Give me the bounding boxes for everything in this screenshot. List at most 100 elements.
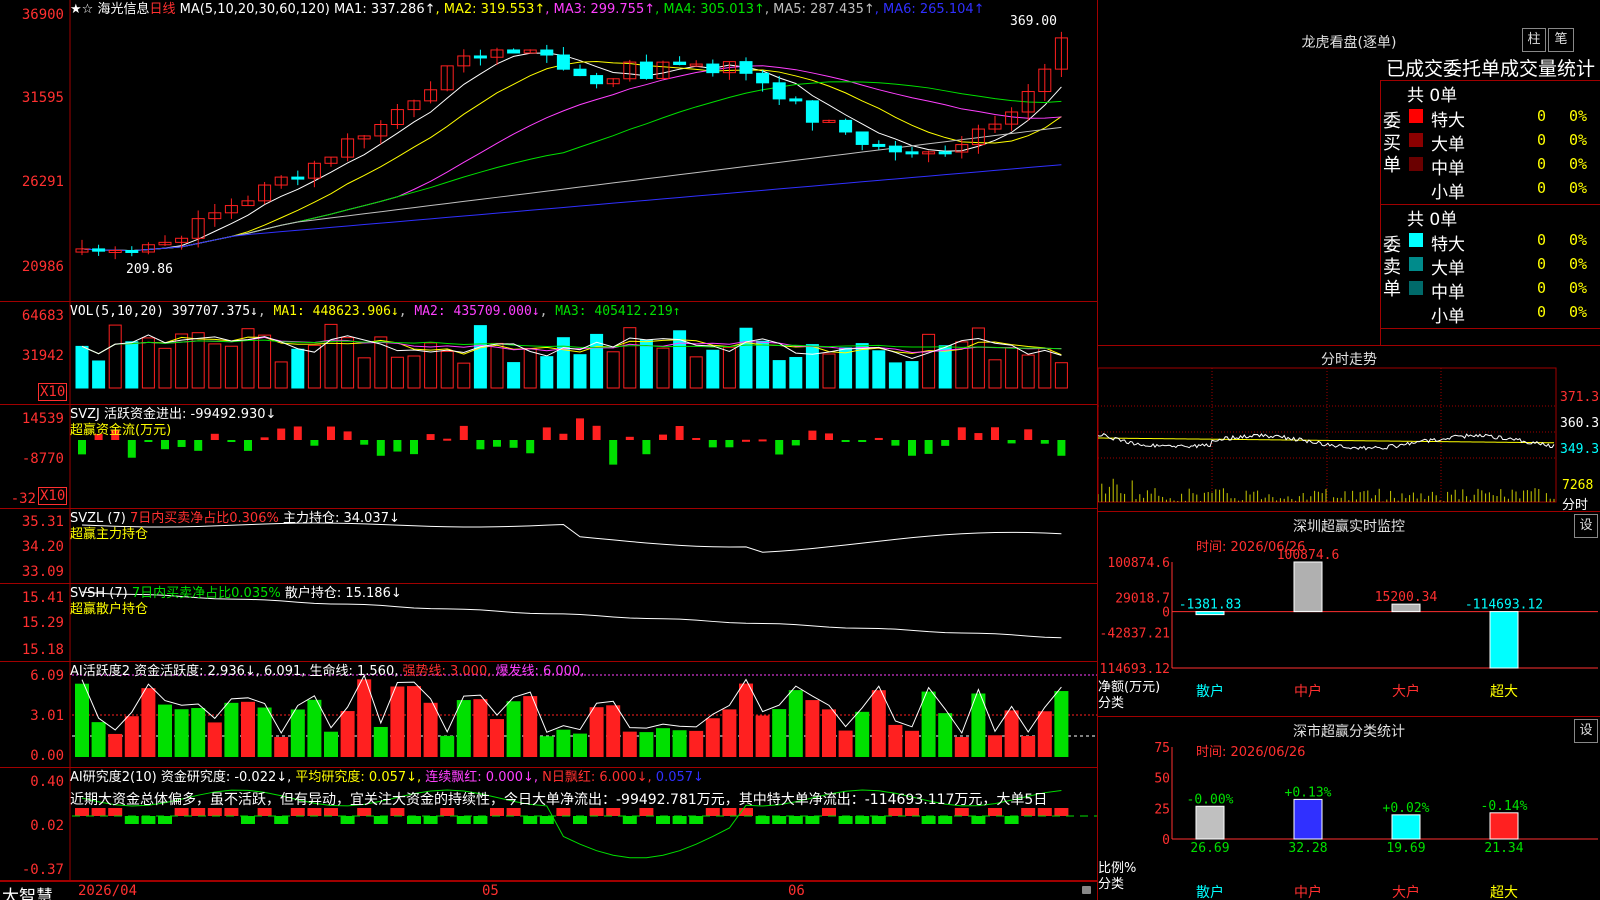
bar-mode-button[interactable]: 柱 [1522,28,1546,52]
date-axis[interactable]: 大智慧 2026/04 05 06 [0,881,1097,900]
candle-body [573,68,587,77]
ai3-bar [788,816,803,824]
sz-monitor-chart[interactable]: 100874.6 29018.70 -42837.21 -114693.12 -1381… [1098,512,1600,717]
volume-bar [822,353,836,389]
sz-monitor-panel[interactable]: 深圳超赢实时监控 设 时间: 2026/06/26 100874.6 29018.… [1098,511,1600,716]
kline-chart[interactable] [0,0,1097,302]
volume-bar [208,343,222,389]
order-type-label: 大单 [1431,135,1465,155]
candle-body [673,61,687,65]
ai3-bar [1021,808,1036,816]
star-icon[interactable]: ★☆ [70,2,93,17]
stock-name[interactable]: 海光信息 [97,2,149,17]
ai2-bar [656,728,670,757]
ai2-bar [921,691,936,757]
ai3-bar [871,816,886,824]
ai2-bar [622,731,637,757]
svzl-pct: 7日内买卖净占比0.306% [129,511,279,526]
ma-formula: MA(5,10,20,30,60,120) [179,2,330,17]
tick-mode-button[interactable]: 笔 [1548,28,1574,52]
ai3-bar [954,808,969,816]
svzj-bar [841,440,850,442]
mon-bar-label: 100874.6 [1277,548,1340,563]
candle-body [938,151,952,155]
volume-bar [108,324,122,389]
sz-monitor-xaxis-title: 分类 [1098,696,1125,711]
candle-body [507,49,521,54]
ai2-bar [373,726,388,757]
volume-bar [772,360,786,389]
svzl-ytick: 35.31 [21,514,64,530]
fenshi-chart[interactable] [1098,346,1600,512]
lock-icon[interactable] [1082,886,1091,894]
sz-class-chart[interactable]: 75 50 25 0 -0.00% 26.69 散户 +0.13% 32.28 中户 +0.02% 1… [1098,717,1600,900]
svzj-bar [609,440,618,465]
sz-class-panel[interactable]: 深市超赢分类统计 设 时间: 2026/06/26 75 50 25 0 -0.00% 2… [1098,716,1600,900]
ai3-bar [722,808,737,816]
candle-body [789,98,803,102]
mon-ytick: 0 [1162,606,1170,621]
svsh-pct: 7日内买卖净占比0.035% [131,586,281,601]
svzj-bar [1057,440,1066,456]
ai-research-pane[interactable]: AI研究度2(10) 资金研究度: -0.022↓, 平均研究度: 0.057↓… [0,768,1097,881]
svzj-bar [974,433,983,440]
svzj-bar [293,426,302,440]
svzj-bar [592,425,601,440]
vol-ytick: 64683 [21,308,64,324]
order-color-swatch [1409,109,1423,123]
ai3-title: AI研究度2(10) 资金研究度: -0.022↓, [70,770,292,785]
ai2-bar [340,711,355,757]
svzl-ytick: 33.09 [21,564,64,580]
svzj-pane[interactable]: SVZJ 活跃资金进出: -99492.930↓ 超赢资金流(万元) 14539… [0,405,1097,509]
svzj-bar [742,439,750,442]
svzj-bar [725,440,734,448]
svzj-bar [393,440,402,452]
sell-orders: 委卖单共 0单 特大 0 0% 大单 0 0% 中单 0 0% 小单 0 0% [1381,205,1600,329]
volume-bar [523,347,537,389]
svzj-bar [858,440,867,442]
ai3-bar [158,816,172,824]
ma-line [81,65,1062,252]
candle-body [706,63,720,74]
lhb-tabs[interactable]: 已成交委托单成交量统计 [1386,54,1600,81]
ai3-bar [1004,816,1019,824]
volume-pane[interactable]: VOL(5,10,20) 397707.375↓, MA1: 448623.90… [0,302,1097,405]
svzj-bar [758,439,767,442]
vol-value: 397707.375↓ [171,304,258,319]
ai2-bar [822,709,836,757]
svsh-pane[interactable]: SVSH (7) 7日内买卖净占比0.035% 散户持仓: 15.186↓ 超赢… [0,584,1097,662]
candle-body [556,54,570,70]
svzl-pane[interactable]: SVZL (7) 7日内买卖净占比0.306% 主力持仓: 34.037↓ 超赢… [0,509,1097,584]
ai2-bar [390,686,405,757]
fenshi-panel[interactable]: 分时走势 371.3 360.3 349.3 7268 分时 [1098,345,1600,513]
order-percent: 0% [1569,155,1588,173]
ai2-bar [224,702,239,757]
svzj-bar [476,440,485,450]
ai2-bar [639,732,654,757]
volume-bar [357,357,371,389]
candle-body [772,82,786,100]
order-volume: 0 [1537,155,1547,173]
ai2-bar [473,699,488,757]
volume-bar [905,361,919,389]
svzj-bar [991,427,999,440]
order-volume: 0 [1537,107,1547,125]
volume-bar [341,337,355,389]
volume-bar [938,345,952,389]
ma-line [81,81,1062,252]
svzj-bar [310,440,319,446]
svzj-bar [908,440,916,456]
ai3-bar [241,816,255,824]
kline-pane[interactable]: ★☆ 海光信息日线 MA(5,10,20,30,60,120) MA1: 337… [0,0,1097,302]
period-label[interactable]: 日线 [149,2,175,17]
app-window: ★☆ 海光信息日线 MA(5,10,20,30,60,120) MA1: 337… [0,0,1600,900]
ai-activity-pane[interactable]: AI活跃度2 资金活跃度: 2.936↓, 6.091, 生命线: 1.560,… [0,662,1097,768]
ai2-bar [689,730,704,757]
volume-bar [573,354,587,389]
svzj-bar [924,440,933,454]
order-percent: 0% [1569,179,1588,197]
order-type-label: 大单 [1431,259,1465,279]
cls-bar [1489,812,1519,840]
ai3-bar [124,816,139,824]
ai3-bar [573,816,587,824]
